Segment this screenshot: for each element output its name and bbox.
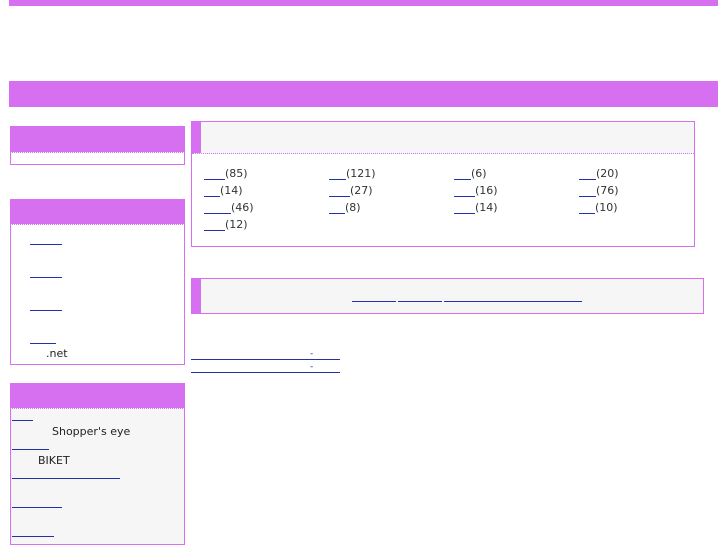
category-item[interactable]: (20) xyxy=(579,167,619,180)
partner-link-4[interactable] xyxy=(12,498,62,508)
sidebar-box-header xyxy=(11,384,184,409)
news-separator: - xyxy=(310,362,314,372)
search-link-1[interactable] xyxy=(352,292,396,302)
category-item[interactable]: (6) xyxy=(454,167,487,180)
category-item[interactable]: (14) xyxy=(454,201,498,214)
category-item[interactable]: (8) xyxy=(329,201,361,214)
top-accent-bar xyxy=(9,0,718,6)
partner-link-2[interactable] xyxy=(12,440,49,450)
sidebar-box-partners xyxy=(10,383,185,545)
header-accent xyxy=(192,279,201,313)
sidebar-box-header xyxy=(11,200,184,225)
header-accent xyxy=(192,122,201,153)
category-panel-header xyxy=(192,122,694,154)
partner-biket[interactable]: BIKET xyxy=(38,454,70,467)
category-item[interactable]: (10) xyxy=(579,201,618,214)
news-separator: - xyxy=(310,349,314,359)
category-item[interactable]: (16) xyxy=(454,184,498,197)
category-item[interactable]: (121) xyxy=(329,167,376,180)
sidebar-link-4[interactable] xyxy=(30,334,56,344)
category-panel xyxy=(191,121,695,247)
category-item[interactable]: (27) xyxy=(329,184,373,197)
page: .net Shopper's eye BIKET (85) (121) (6) … xyxy=(0,0,727,545)
category-item[interactable]: (46) xyxy=(204,201,254,214)
partner-shoppers-eye[interactable]: Shopper's eye xyxy=(52,425,130,438)
sidebar-link-2[interactable] xyxy=(30,268,62,278)
partner-link-1[interactable] xyxy=(12,411,33,421)
search-link-3[interactable] xyxy=(444,292,582,302)
category-item[interactable]: (12) xyxy=(204,218,248,231)
search-link-2[interactable] xyxy=(398,292,442,302)
sidebar-box-top xyxy=(10,126,185,165)
search-panel xyxy=(191,278,704,314)
sidebar-link-3[interactable] xyxy=(30,301,62,311)
partner-link-3[interactable] xyxy=(12,469,120,479)
category-item[interactable]: (85) xyxy=(204,167,248,180)
category-item[interactable]: (14) xyxy=(204,184,243,197)
sidebar-box-header xyxy=(11,127,184,153)
category-item[interactable]: (76) xyxy=(579,184,619,197)
news-link-2[interactable] xyxy=(191,364,340,373)
partner-link-5[interactable] xyxy=(12,527,54,537)
sidebar-link-suffix: .net xyxy=(46,347,68,360)
sidebar-link-1[interactable] xyxy=(30,235,62,245)
header-nav-band xyxy=(9,81,718,107)
news-link-1[interactable] xyxy=(191,351,340,360)
